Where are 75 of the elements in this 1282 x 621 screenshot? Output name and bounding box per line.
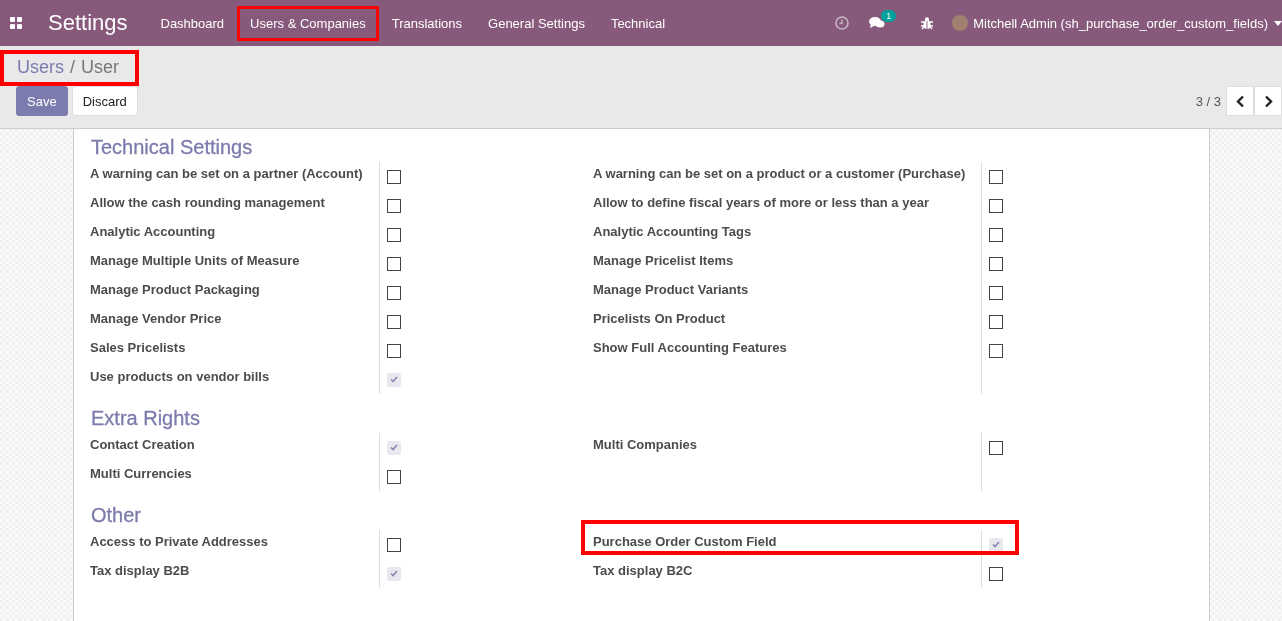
bug-icon[interactable]	[920, 16, 935, 30]
caret-icon[interactable]	[1274, 20, 1282, 26]
field-label: A warning can be set on a product or a customer (Purchase)	[593, 166, 966, 181]
checkmark-icon	[390, 570, 398, 577]
field-label: Manage Vendor Price	[90, 311, 222, 326]
checkbox[interactable]	[989, 440, 1003, 455]
field-label: Use products on vendor bills	[90, 369, 270, 384]
field-label: Purchase Order Custom Field	[593, 534, 777, 549]
field-label: Access to Private Addresses	[90, 534, 268, 549]
checkbox[interactable]	[387, 285, 401, 300]
checkbox[interactable]	[989, 256, 1003, 271]
checkbox[interactable]	[387, 566, 401, 581]
chevron-right-icon	[1263, 94, 1273, 108]
avatar-placeholder	[952, 15, 969, 31]
field-label: Multi Currencies	[90, 466, 192, 481]
field-label: Analytic Accounting Tags	[593, 224, 752, 239]
save-button[interactable]: Save	[16, 86, 68, 116]
checkbox[interactable]	[989, 227, 1003, 242]
field-label: Contact Creation	[90, 437, 195, 452]
field-label: Multi Companies	[593, 437, 697, 452]
checkbox[interactable]	[387, 198, 401, 213]
checkbox[interactable]	[387, 314, 401, 329]
section-title: Extra Rights	[91, 406, 201, 430]
checkbox[interactable]	[989, 169, 1003, 184]
field-label: Show Full Accounting Features	[593, 340, 787, 355]
field-label: Manage Product Packaging	[90, 282, 260, 297]
field-label: Allow the cash rounding management	[90, 195, 325, 210]
menu-item[interactable]: General Settings	[475, 5, 598, 41]
checkbox[interactable]	[387, 372, 401, 387]
checkbox[interactable]	[989, 314, 1003, 329]
checkmark-icon	[992, 541, 1000, 548]
checkbox[interactable]	[989, 566, 1003, 581]
field-label: Tax display B2C	[593, 563, 693, 578]
clock-icon[interactable]	[835, 16, 850, 30]
message-count-badge: 1	[881, 10, 897, 22]
breadcrumb-current: User	[81, 57, 120, 78]
breadcrumb-separator: /	[70, 57, 76, 78]
chevron-left-icon	[1235, 94, 1245, 108]
menu-item[interactable]: Dashboard	[147, 5, 238, 41]
section-title: Technical Settings	[91, 135, 254, 159]
field-label: Manage Pricelist Items	[593, 253, 734, 268]
checkbox[interactable]	[989, 285, 1003, 300]
field-label: Pricelists On Product	[593, 311, 726, 326]
checkbox[interactable]	[387, 227, 401, 242]
checkbox[interactable]	[989, 537, 1003, 552]
field-label: Analytic Accounting	[90, 224, 216, 239]
checkbox[interactable]	[387, 256, 401, 271]
section-title: Other	[91, 503, 143, 527]
next-button[interactable]	[1254, 86, 1282, 116]
chat-bubbles-icon[interactable]	[869, 16, 886, 30]
checkbox[interactable]	[387, 469, 401, 484]
menu-item[interactable]: Users & Companies	[237, 5, 379, 41]
checkbox[interactable]	[387, 169, 401, 184]
checkbox[interactable]	[387, 440, 401, 455]
checkmark-icon	[390, 444, 398, 451]
discard-button[interactable]: Discard	[71, 86, 138, 116]
field-label: Manage Multiple Units of Measure	[90, 253, 300, 268]
field-label: Sales Pricelists	[90, 340, 186, 355]
menu-item[interactable]: Technical	[597, 5, 679, 41]
checkmark-icon	[390, 376, 398, 383]
menu-item[interactable]: Translations	[378, 5, 476, 41]
field-label: Allow to define fiscal years of more or less than a year	[593, 195, 929, 210]
apps-menu-icon[interactable]	[10, 17, 22, 29]
checkbox[interactable]	[989, 343, 1003, 358]
checkbox[interactable]	[387, 343, 401, 358]
field-label: A warning can be set on a partner (Account)	[90, 166, 363, 181]
breadcrumb-link[interactable]: Users	[17, 57, 64, 78]
checkbox[interactable]	[989, 198, 1003, 213]
app-title: Settings	[48, 10, 128, 36]
checkbox[interactable]	[387, 537, 401, 552]
previous-button[interactable]	[1226, 86, 1254, 116]
pager-counter: 3 / 3	[1195, 93, 1221, 109]
user-menu[interactable]: Mitchell Admin (sh_purchase_order_custom_fields)	[973, 15, 1268, 31]
field-label: Manage Product Variants	[593, 282, 749, 297]
field-label: Tax display B2B	[90, 563, 190, 578]
